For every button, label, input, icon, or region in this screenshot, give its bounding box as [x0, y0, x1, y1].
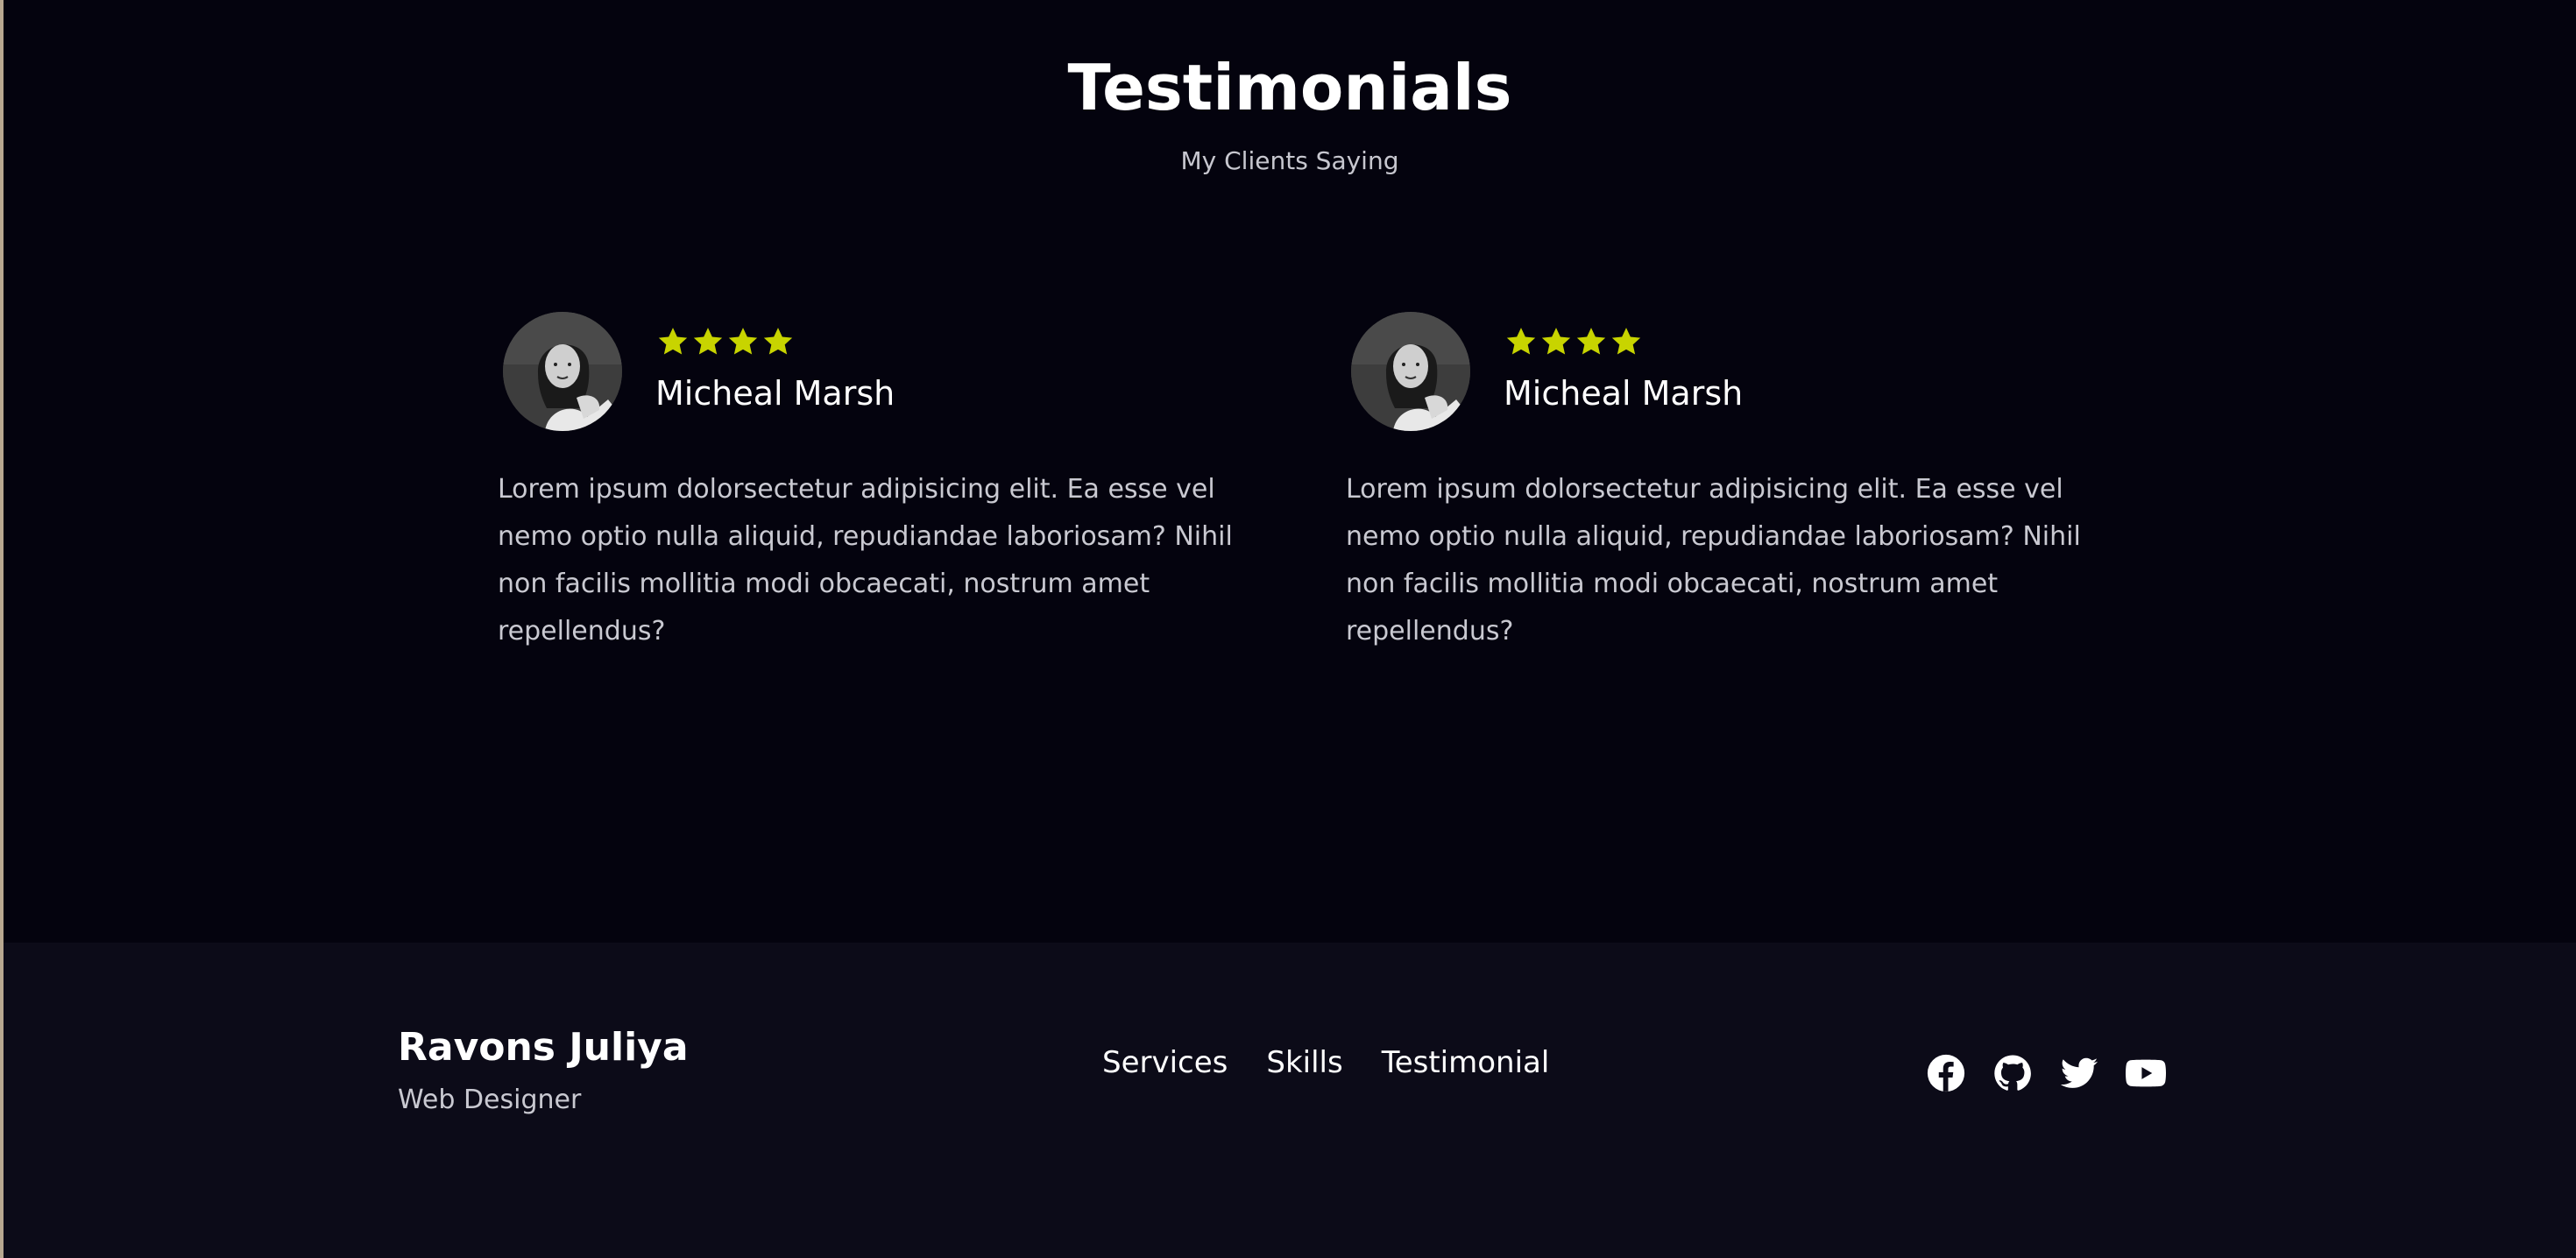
github-icon: [1994, 1055, 2031, 1091]
testimonial-text: Lorem ipsum dolorsectetur adipisicing el…: [498, 474, 1233, 647]
footer: Ravons Juliya Web Designer Services Skil…: [4, 943, 2576, 1258]
section-subtitle: My Clients Saying: [1180, 146, 1399, 175]
client-name: Micheal Marsh: [1504, 374, 1744, 413]
star-icon: [728, 328, 758, 355]
star-icon: [763, 328, 793, 355]
facebook-icon: [1927, 1054, 1965, 1092]
footer-brand: Ravons Juliya: [398, 1025, 689, 1070]
footer-role: Web Designer: [398, 1085, 582, 1115]
testimonial-text: Lorem ipsum dolorsectetur adipisicing el…: [1346, 474, 2081, 647]
rating-stars: [655, 324, 796, 359]
footer-link-skills[interactable]: Skills: [1266, 1042, 1342, 1083]
rating-stars: [1504, 324, 1644, 359]
youtube-link[interactable]: [2126, 1053, 2166, 1093]
section-title: Testimonials: [1067, 51, 1512, 124]
star-icon: [1576, 328, 1606, 355]
footer-nav: Services Skills Testimonial: [1102, 1042, 1549, 1083]
twitter-icon: [2060, 1057, 2098, 1088]
avatar: [1351, 312, 1470, 431]
star-icon: [1541, 328, 1571, 355]
star-icon: [1611, 328, 1641, 355]
client-name: Micheal Marsh: [655, 374, 895, 413]
testimonial-card: Micheal Marsh Lorem ipsum dolorsectetur …: [1346, 312, 2117, 662]
youtube-icon: [2126, 1059, 2166, 1087]
star-icon: [658, 328, 688, 355]
avatar: [503, 312, 622, 431]
testimonials-section: Testimonials My Clients Saying Micheal M…: [4, 0, 2576, 943]
github-link[interactable]: [1992, 1053, 2033, 1093]
twitter-link[interactable]: [2059, 1053, 2099, 1093]
footer-link-testimonial[interactable]: Testimonial: [1382, 1042, 1550, 1083]
social-links: [1926, 1053, 2166, 1093]
footer-link-services[interactable]: Services: [1102, 1042, 1228, 1083]
testimonial-card: Micheal Marsh Lorem ipsum dolorsectetur …: [498, 312, 1269, 662]
facebook-link[interactable]: [1926, 1053, 1966, 1093]
star-icon: [1506, 328, 1536, 355]
star-icon: [693, 328, 723, 355]
